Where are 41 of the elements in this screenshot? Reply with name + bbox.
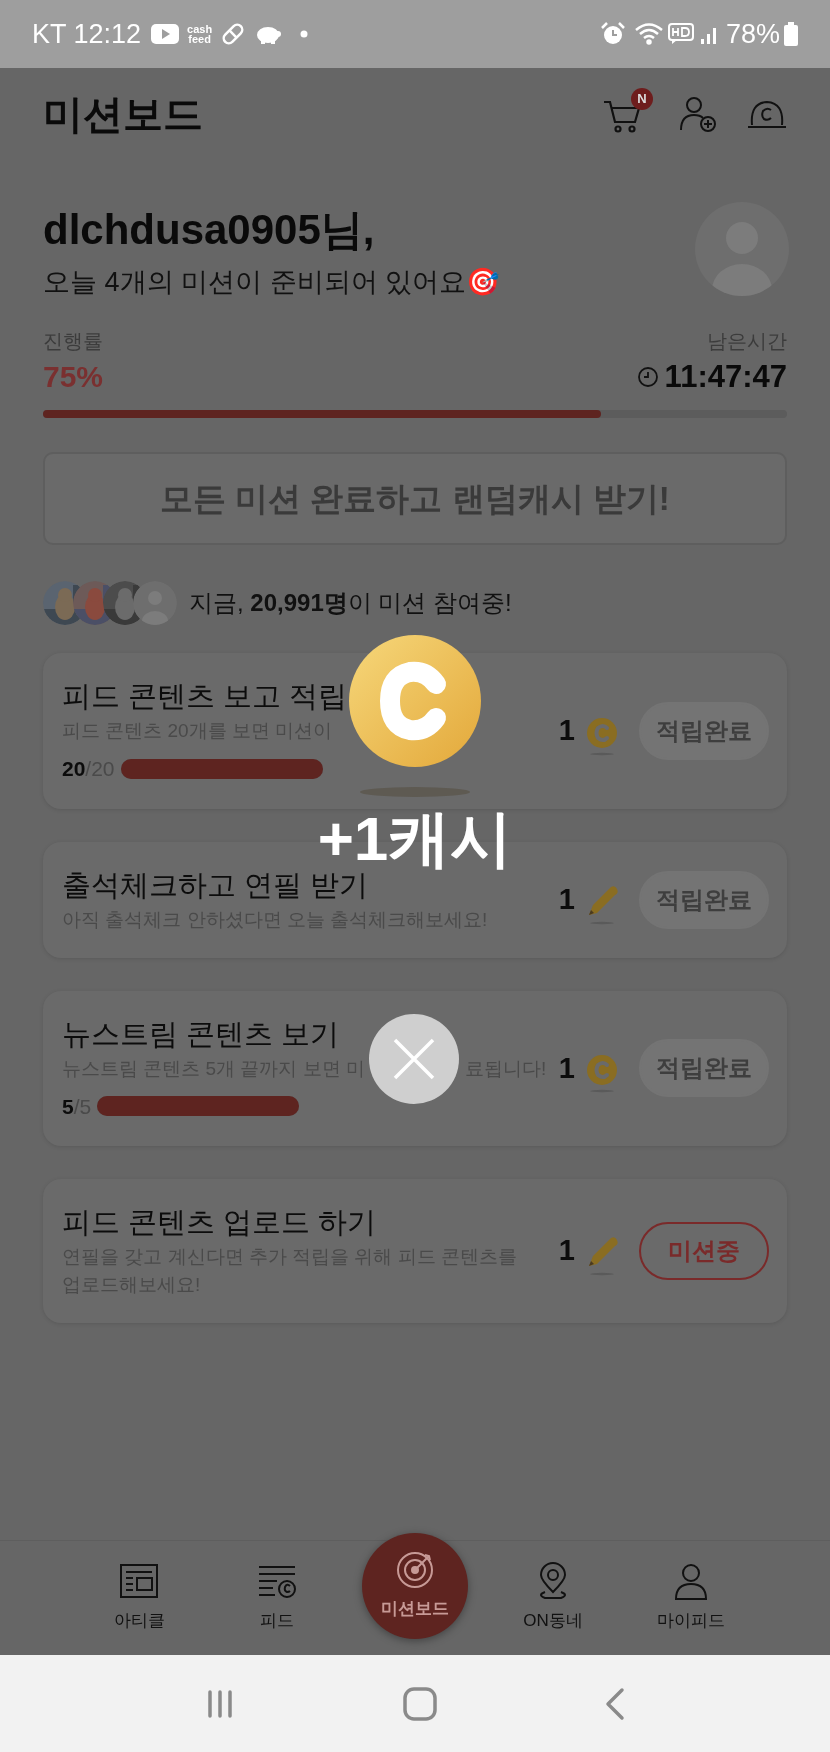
coin-icon [585,1053,619,1094]
page-title: 미션보드 [43,91,203,138]
battery-icon [784,22,798,46]
reward-amount: 1 [558,713,575,748]
user-greeting: dlchdusa0905님, [43,206,376,254]
target-icon [395,1549,435,1590]
battery-percent: 78% [725,17,780,51]
reward-amount: 1 [558,1233,575,1269]
mission-status-button[interactable]: 미션중 [639,1222,769,1280]
status-time: KT 12:12 [32,17,142,51]
add-friend-button[interactable] [679,95,717,133]
nav-tab[interactable]: ON동네 [523,1562,583,1634]
mission-title: 피드 콘텐츠 업로드 하기 [62,1205,378,1240]
back-icon [604,1686,627,1721]
dot-icon [300,30,309,38]
time-left: 11:47:47 [664,358,787,396]
video-app-icon [151,24,180,44]
nav-tab[interactable]: 미션보드 [362,1532,468,1639]
mission-title: 피드 콘텐츠 보고 적립 [62,679,349,714]
coin-icon [585,715,619,756]
alarm-icon [599,21,626,47]
app-label: cash feed [187,24,213,44]
avatar-icon [133,581,177,625]
back-button[interactable] [604,1686,627,1721]
home-icon [403,1686,437,1721]
reward-amount: 1 [558,881,575,917]
close-icon [392,1037,436,1081]
clock-icon [636,366,659,388]
nav-tab[interactable]: 아티클 [113,1562,165,1634]
mission-message: 오늘 4개의 미션이 준비되어 있어요🎯 [43,266,502,299]
reward-amount: 1 [558,1050,575,1086]
person-add-icon [679,95,717,133]
coin-icon [348,634,482,768]
home-button[interactable] [403,1686,437,1721]
nav-tab[interactable]: 마이피드 [657,1562,725,1634]
mission-title: 뉴스트림 콘텐츠 보기 [62,1016,341,1052]
hd-voice-icon [667,23,694,45]
wifi-icon [633,22,664,46]
participants-text: 지금, 20,991명이 미션 참여중! [189,588,512,618]
nav-tab[interactable]: 피드 [257,1562,297,1634]
new-badge: N [631,88,653,110]
